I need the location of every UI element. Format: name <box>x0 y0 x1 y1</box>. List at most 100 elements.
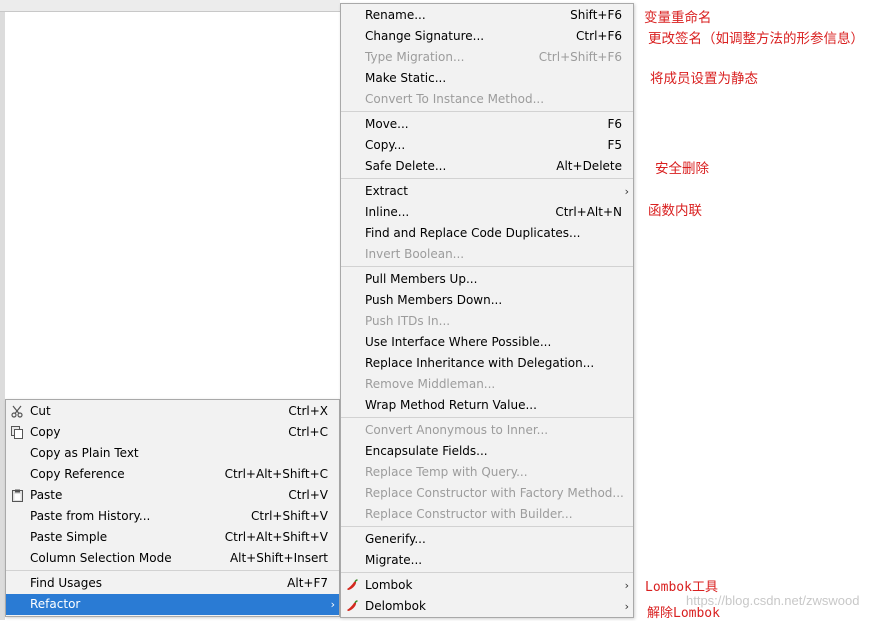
menu-item-paste-simple[interactable]: Paste Simple Ctrl+Alt+Shift+V <box>6 527 339 548</box>
menu-item-copy-class[interactable]: Copy... F5 <box>341 135 633 156</box>
menu-item-label: Inline... <box>365 205 410 219</box>
chili-pepper-icon <box>347 600 358 611</box>
menu-item-label: Migrate... <box>365 553 423 567</box>
menu-separator <box>341 111 633 112</box>
menu-item-label: Type Migration... <box>365 50 465 64</box>
menu-item-label: Push Members Down... <box>365 293 503 307</box>
menu-item-extract[interactable]: Extract › <box>341 181 633 202</box>
menu-item-safe-delete[interactable]: Safe Delete... Alt+Delete <box>341 156 633 177</box>
menu-item-label: Pull Members Up... <box>365 272 478 286</box>
annotation-rename: 变量重命名 <box>644 10 712 26</box>
menu-item-label: Lombok <box>365 578 413 592</box>
menu-item-change-signature[interactable]: Change Signature... Ctrl+F6 <box>341 26 633 47</box>
menu-item-find-replace-duplicates[interactable]: Find and Replace Code Duplicates... <box>341 223 633 244</box>
menu-item-label: Paste from History... <box>30 509 151 523</box>
menu-item-push-itds-in: Push ITDs In... <box>341 311 633 332</box>
copy-icon <box>11 426 23 439</box>
menu-item-label: Convert To Instance Method... <box>365 92 545 106</box>
menu-item-generify[interactable]: Generify... <box>341 529 633 550</box>
clipboard-icon <box>12 489 23 502</box>
scissors-icon <box>11 405 23 418</box>
menu-item-encapsulate-fields[interactable]: Encapsulate Fields... <box>341 441 633 462</box>
menu-item-copy-as-plain-text[interactable]: Copy as Plain Text <box>6 443 339 464</box>
menu-item-label: Wrap Method Return Value... <box>365 398 537 412</box>
menu-item-paste[interactable]: Paste Ctrl+V <box>6 485 339 506</box>
menu-item-inline[interactable]: Inline... Ctrl+Alt+N <box>341 202 633 223</box>
menu-item-copy[interactable]: Copy Ctrl+C <box>6 422 339 443</box>
menu-item-shortcut: Ctrl+Shift+F6 <box>538 50 622 64</box>
menu-item-label: Copy <box>30 425 61 439</box>
menu-item-shortcut: Alt+Shift+Insert <box>229 551 328 565</box>
menu-item-label: Replace Constructor with Factory Method.… <box>365 486 624 500</box>
menu-item-label: Use Interface Where Possible... <box>365 335 552 349</box>
menu-item-cut[interactable]: Cut Ctrl+X <box>6 401 339 422</box>
menu-item-shortcut: Ctrl+Alt+Shift+V <box>224 530 328 544</box>
menu-item-replace-constructor-builder: Replace Constructor with Builder... <box>341 504 633 525</box>
menu-item-label: Generify... <box>365 532 426 546</box>
menu-item-label: Refactor <box>30 597 81 611</box>
menu-item-convert-to-instance-method: Convert To Instance Method... <box>341 89 633 110</box>
menu-item-label: Copy... <box>365 138 406 152</box>
menu-item-label: Convert Anonymous to Inner... <box>365 423 549 437</box>
menu-separator <box>341 526 633 527</box>
menu-item-replace-constructor-factory: Replace Constructor with Factory Method.… <box>341 483 633 504</box>
annotation-make-static: 将成员设置为静态 <box>650 71 758 87</box>
menu-item-label: Safe Delete... <box>365 159 447 173</box>
menu-item-label: Paste <box>30 488 63 502</box>
menu-item-shortcut: Ctrl+Alt+N <box>555 205 622 219</box>
menu-separator <box>341 417 633 418</box>
menu-item-label: Find and Replace Code Duplicates... <box>365 226 581 240</box>
menu-item-remove-middleman: Remove Middleman... <box>341 374 633 395</box>
menu-item-label: Find Usages <box>30 576 103 590</box>
menu-item-label: Push ITDs In... <box>365 314 451 328</box>
menu-item-label: Replace Constructor with Builder... <box>365 507 573 521</box>
menu-item-copy-reference[interactable]: Copy Reference Ctrl+Alt+Shift+C <box>6 464 339 485</box>
menu-item-use-interface[interactable]: Use Interface Where Possible... <box>341 332 633 353</box>
menu-item-paste-from-history[interactable]: Paste from History... Ctrl+Shift+V <box>6 506 339 527</box>
menu-item-refactor[interactable]: Refactor › <box>6 594 339 615</box>
menu-item-shortcut: Ctrl+Alt+Shift+C <box>224 467 328 481</box>
menu-item-invert-boolean: Invert Boolean... <box>341 244 633 265</box>
menu-item-lombok[interactable]: Lombok › <box>341 575 633 596</box>
menu-item-label: Change Signature... <box>365 29 485 43</box>
menu-item-label: Move... <box>365 117 409 131</box>
menu-item-pull-members-up[interactable]: Pull Members Up... <box>341 269 633 290</box>
submenu-arrow-icon: › <box>624 579 629 592</box>
annotation-change-signature: 更改签名（如调整方法的形参信息） <box>648 31 864 47</box>
menu-item-label: Column Selection Mode <box>30 551 172 565</box>
menu-item-push-members-down[interactable]: Push Members Down... <box>341 290 633 311</box>
menu-item-rename[interactable]: Rename... Shift+F6 <box>341 5 633 26</box>
menu-item-move[interactable]: Move... F6 <box>341 114 633 135</box>
menu-item-label: Rename... <box>365 8 426 22</box>
menu-item-label: Cut <box>30 404 51 418</box>
menu-item-label: Encapsulate Fields... <box>365 444 488 458</box>
menu-separator <box>6 570 339 571</box>
menu-separator <box>341 178 633 179</box>
menu-item-migrate[interactable]: Migrate... <box>341 550 633 571</box>
menu-item-make-static[interactable]: Make Static... <box>341 68 633 89</box>
menu-item-shortcut: F5 <box>607 138 622 152</box>
menu-item-label: Copy as Plain Text <box>30 446 139 460</box>
editor-tab-bar <box>0 0 340 12</box>
menu-item-shortcut: Ctrl+V <box>288 488 328 502</box>
chili-pepper-icon <box>347 579 358 590</box>
menu-item-shortcut: Alt+Delete <box>556 159 622 173</box>
menu-separator <box>341 266 633 267</box>
menu-item-wrap-method-return[interactable]: Wrap Method Return Value... <box>341 395 633 416</box>
menu-item-find-usages[interactable]: Find Usages Alt+F7 <box>6 573 339 594</box>
menu-item-delombok[interactable]: Delombok › <box>341 596 633 617</box>
submenu-arrow-icon: › <box>624 185 629 198</box>
menu-item-shortcut: Shift+F6 <box>570 8 622 22</box>
menu-item-shortcut: Ctrl+X <box>288 404 328 418</box>
menu-separator <box>341 572 633 573</box>
menu-item-shortcut: F6 <box>607 117 622 131</box>
submenu-arrow-icon: › <box>624 600 629 613</box>
menu-item-label: Copy Reference <box>30 467 125 481</box>
editor-context-menu: Cut Ctrl+X Copy Ctrl+C Copy as Plain Tex… <box>5 399 340 617</box>
annotation-safe-delete: 安全删除 <box>655 161 709 177</box>
menu-item-shortcut: Ctrl+Shift+V <box>251 509 328 523</box>
menu-item-label: Paste Simple <box>30 530 108 544</box>
menu-item-label: Extract <box>365 184 408 198</box>
menu-item-column-selection-mode[interactable]: Column Selection Mode Alt+Shift+Insert <box>6 548 339 569</box>
menu-item-replace-inheritance[interactable]: Replace Inheritance with Delegation... <box>341 353 633 374</box>
